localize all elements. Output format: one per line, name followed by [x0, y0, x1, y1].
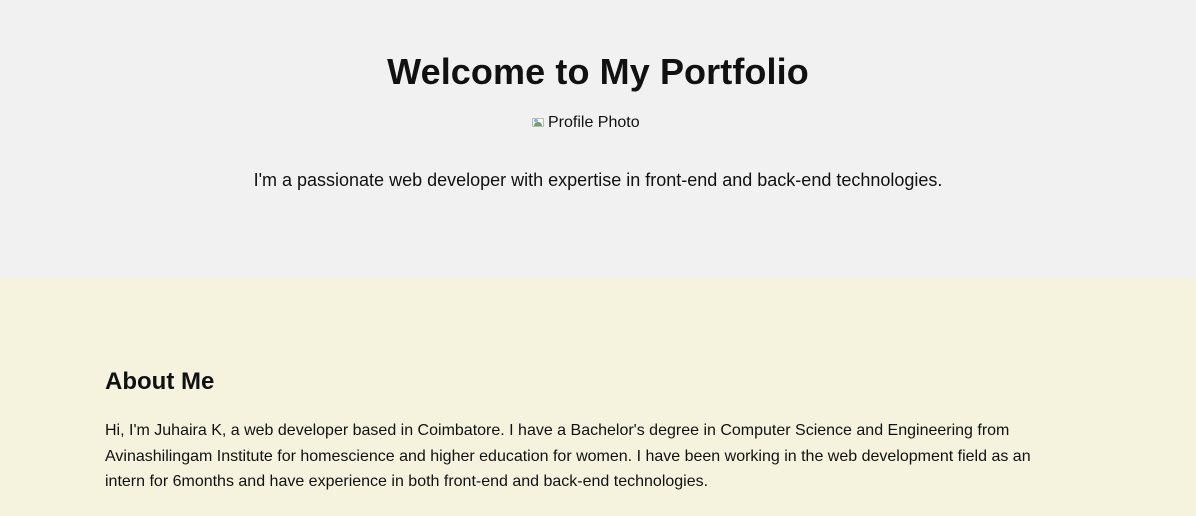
about-section: About Me Hi, I'm Juhaira K, a web develo…	[0, 278, 1196, 516]
profile-photo-alt-text: Profile Photo	[548, 114, 639, 131]
broken-image-icon	[531, 116, 546, 130]
hero-section: Welcome to My Portfolio Profile Photo I'…	[0, 0, 1196, 278]
profile-photo: Profile Photo	[531, 114, 639, 132]
about-heading: About Me	[105, 368, 215, 395]
about-paragraph: Hi, I'm Juhaira K, a web developer based…	[105, 422, 1031, 490]
hero-tagline: I'm a passionate web developer with expe…	[253, 170, 943, 190]
page-title: Welcome to My Portfolio	[387, 51, 809, 92]
portfolio-page: Welcome to My Portfolio Profile Photo I'…	[0, 0, 1196, 516]
